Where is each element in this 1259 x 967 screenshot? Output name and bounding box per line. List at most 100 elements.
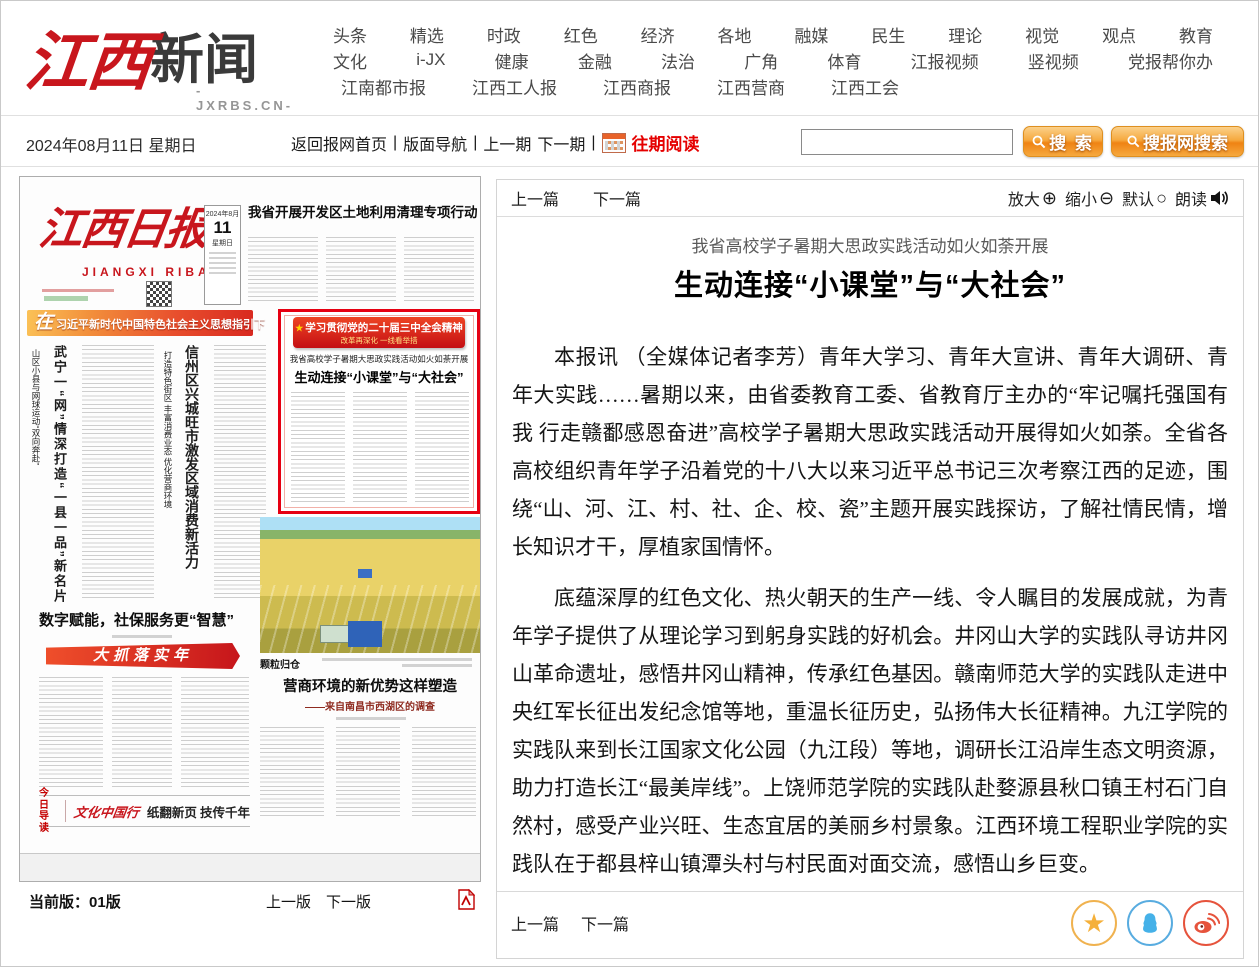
newspaper-page-thumbnail[interactable]: 江西日报 JIANGXI RIBAO 2024年8月 11 星期日 我省开展开发… xyxy=(19,176,481,882)
nav-item-row3-0[interactable]: 江南都市报 xyxy=(341,74,426,99)
page-navigation-bar: 当前版：01版 上一版 下一版 xyxy=(19,891,481,921)
nav-item-row1-3[interactable]: 红色 xyxy=(564,22,598,47)
newspaper-date-box: 2024年8月 11 星期日 xyxy=(204,205,241,305)
newsprint-text xyxy=(112,677,172,787)
speaker-icon xyxy=(1209,189,1229,207)
article-panel: 上一篇 下一篇 放大⊕ 缩小⊖ 默认○ 朗读 我省高校学子暑期大思政实践活动如火… xyxy=(496,179,1244,959)
site-logo[interactable]: 江西新闻 -JXRBS.CN- xyxy=(26,11,258,111)
site-search-button-label: 搜报网搜索 xyxy=(1143,129,1228,154)
nav-item-row1-7[interactable]: 民生 xyxy=(871,22,905,47)
current-date: 2024年08月11日 星期日 xyxy=(26,132,196,156)
calendar-icon[interactable] xyxy=(602,133,626,153)
prev-page-link[interactable]: 上一版 xyxy=(266,891,311,912)
read-aloud-control[interactable]: 朗读 xyxy=(1175,186,1229,210)
paper-headline-top: 我省开展开发区土地利用清理专项行动 xyxy=(248,205,478,222)
nav-item-row2-6[interactable]: 体育 xyxy=(827,48,861,73)
nav-item-row2-7[interactable]: 江报视频 xyxy=(911,48,979,73)
site-search-button[interactable]: 搜报网搜索 xyxy=(1111,126,1244,157)
archive-link[interactable]: 往期阅读 xyxy=(632,130,700,155)
view-controls: 放大⊕ 缩小⊖ 默认○ 朗读 xyxy=(1008,186,1229,210)
next-page-link[interactable]: 下一版 xyxy=(326,891,371,912)
paper-vertical-subhead-mid: 打造特色街区 丰富消费业态 优化营商环境 xyxy=(162,351,174,551)
qq-share-button[interactable] xyxy=(1127,900,1173,946)
paper-headline-mid-subtitle: ——来自南昌市西湖区的调查 xyxy=(260,698,480,713)
layout-nav-link[interactable]: 版面导航 xyxy=(403,131,467,155)
article-title: 生动连接“小课堂”与“大社会” xyxy=(497,262,1243,304)
search-input[interactable] xyxy=(801,129,1013,155)
nav-item-row3-4[interactable]: 江西工会 xyxy=(831,74,899,99)
nav-item-row2-3[interactable]: 金融 xyxy=(578,48,612,73)
footer-divider xyxy=(497,891,1243,892)
prev-article-link-top[interactable]: 上一篇 xyxy=(511,186,559,210)
newsprint-text xyxy=(402,664,472,667)
newsprint-text xyxy=(260,727,324,819)
nav-item-row1-11[interactable]: 教育 xyxy=(1179,22,1213,47)
photo-caption: 颗粒归仓 xyxy=(260,656,300,671)
weibo-share-button[interactable] xyxy=(1183,900,1229,946)
newspaper-masthead-pinyin: JIANGXI RIBAO xyxy=(82,265,224,279)
article-paragraph: 本报讯 （全媒体记者李芳）青年大学习、青年大宣讲、青年大调研、青年大实践……暑期… xyxy=(512,338,1228,566)
newsprint-text xyxy=(353,392,407,504)
next-article-link-bottom[interactable]: 下一篇 xyxy=(581,911,629,935)
nav-item-row3-3[interactable]: 江西营商 xyxy=(717,74,785,99)
nav-item-row2-2[interactable]: 健康 xyxy=(495,48,529,73)
newsprint-text xyxy=(82,345,154,600)
newsprint-text xyxy=(412,727,476,819)
qr-code xyxy=(146,281,172,307)
nav-item-row1-0[interactable]: 头条 xyxy=(333,22,367,47)
zoom-out-control[interactable]: 缩小⊖ xyxy=(1065,186,1114,210)
qzone-share-button[interactable]: ★ xyxy=(1071,900,1117,946)
nav-item-row3-1[interactable]: 江西工人报 xyxy=(472,74,557,99)
cloud-logo xyxy=(44,296,88,301)
next-issue-link[interactable]: 下一期 xyxy=(537,131,585,155)
nav-item-row1-6[interactable]: 融媒 xyxy=(794,22,828,47)
prev-article-link-bottom[interactable]: 上一篇 xyxy=(511,911,559,935)
home-link[interactable]: 返回报网首页 xyxy=(291,131,387,155)
article-footer: 上一篇 下一篇 ★ xyxy=(511,894,1229,952)
nav-item-row1-2[interactable]: 时政 xyxy=(487,22,521,47)
harvester xyxy=(358,569,372,578)
default-size-control[interactable]: 默认○ xyxy=(1122,186,1167,210)
date-toolbar: 2024年08月11日 星期日 返回报网首页 | 版面导航 | 上一期 下一期 … xyxy=(1,115,1259,167)
current-article-highlight-box[interactable]: ★学习贯彻党的二十届三中全会精神 改革再深化 一线看举措 我省高校学子暑期大思政… xyxy=(278,309,480,514)
newsprint-text xyxy=(415,392,469,504)
nav-item-row1-9[interactable]: 视觉 xyxy=(1025,22,1059,47)
newspaper-page: 江西日报 JIANGXI RIBAO 2024年8月 11 星期日 我省开展开发… xyxy=(20,177,480,854)
weibo-icon xyxy=(1192,911,1220,935)
nav-item-row2-0[interactable]: 文化 xyxy=(333,48,367,73)
qq-penguin-icon xyxy=(1137,910,1163,936)
qzone-star-icon: ★ xyxy=(1082,910,1105,936)
nav-item-row3-2[interactable]: 江西商报 xyxy=(603,74,671,99)
nav-item-row2-8[interactable]: 竖视频 xyxy=(1028,48,1079,73)
prev-issue-link[interactable]: 上一期 xyxy=(483,131,531,155)
search-button-label: 搜 索 xyxy=(1049,129,1094,154)
newsprint-text xyxy=(336,727,400,819)
next-article-link-top[interactable]: 下一篇 xyxy=(593,186,641,210)
default-size-icon: ○ xyxy=(1156,188,1167,209)
newsprint-text xyxy=(291,392,345,504)
nav-row-2: 文化 i-JX 健康 金融 法治 广角 体育 江报视频 竖视频 党报帮你办 xyxy=(333,47,1213,73)
nav-item-row1-10[interactable]: 观点 xyxy=(1102,22,1136,47)
search-button[interactable]: 搜 索 xyxy=(1023,126,1103,157)
strip-headline: 纸翻新页 技传千年 xyxy=(147,802,250,821)
nav-item-row1-5[interactable]: 各地 xyxy=(718,22,752,47)
nav-item-row1-1[interactable]: 精选 xyxy=(410,22,444,47)
zoom-in-control[interactable]: 放大⊕ xyxy=(1008,186,1057,210)
paper-red-banner: 在习近平新时代中国特色社会主义思想指引下 xyxy=(27,310,253,336)
pdf-download-icon[interactable] xyxy=(458,889,475,914)
separator: | xyxy=(473,134,477,152)
newspaper-masthead: 江西日报 xyxy=(36,193,213,257)
banner-zai: 在 xyxy=(34,312,53,333)
logo-domain-text: -JXRBS.CN- xyxy=(196,83,293,113)
nav-item-row2-4[interactable]: 法治 xyxy=(661,48,695,73)
issue-links: 返回报网首页 | 版面导航 | 上一期 下一期 | 往期阅读 xyxy=(291,130,700,155)
nav-item-row2-1[interactable]: i-JX xyxy=(416,50,445,70)
nav-item-row1-8[interactable]: 理论 xyxy=(948,22,982,47)
nav-item-row1-4[interactable]: 经济 xyxy=(641,22,675,47)
banner-text: 习近平新时代中国特色社会主义思想指引下 xyxy=(56,319,265,331)
newsprint-text xyxy=(404,237,474,303)
paper-vertical-headline-mid: 信州区兴城旺市激发区域消费新活力 xyxy=(182,345,202,603)
newsprint-text xyxy=(248,237,318,303)
nav-item-row2-9[interactable]: 党报帮你办 xyxy=(1128,48,1213,73)
nav-item-row2-5[interactable]: 广角 xyxy=(744,48,778,73)
